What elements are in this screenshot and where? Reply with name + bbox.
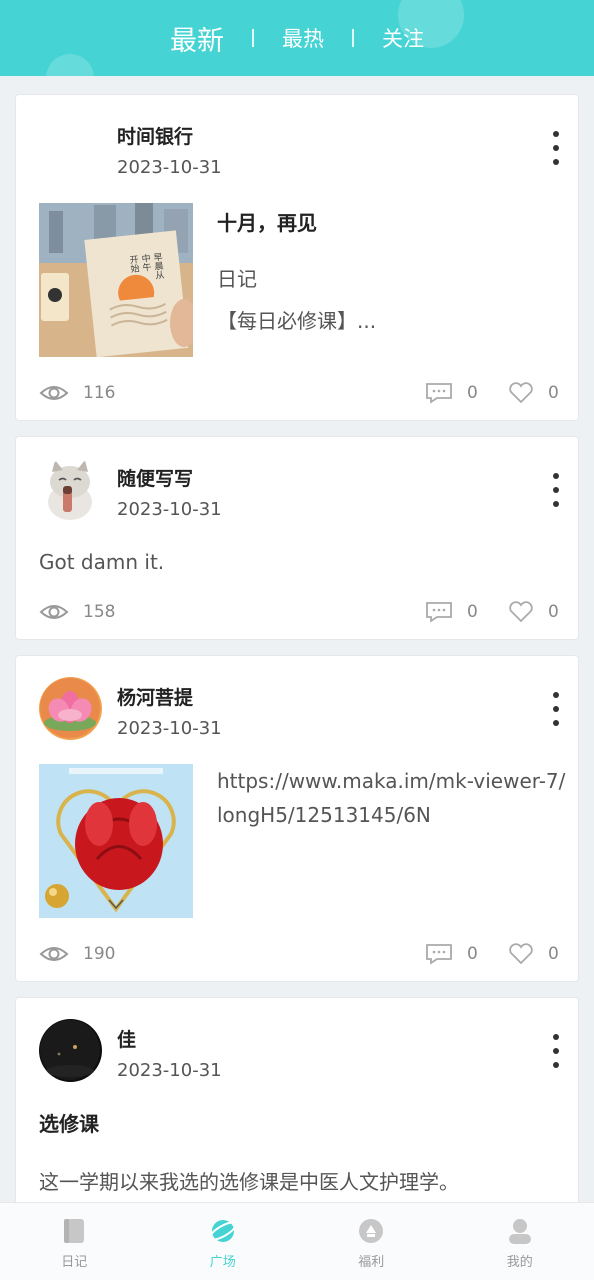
like-button[interactable]: 0 [508,939,559,969]
heart-icon [509,601,533,623]
nav-label: 我的 [506,1255,533,1270]
nav-label: 广场 [209,1255,236,1270]
avatar[interactable] [39,1019,102,1082]
profile-icon [508,1219,531,1244]
tab-divider [252,29,254,47]
comment-icon [426,944,452,965]
post-link[interactable]: https://www.maka.im/mk-viewer-7/longH5/1… [217,764,567,832]
views-count: 116 [83,383,116,403]
tab-latest[interactable]: 最新 [142,19,252,58]
post-card[interactable]: 佳 2023-10-31 选修课 这一学期以来我选的选修课是中医人文护理学。 [15,997,579,1202]
tab-divider [352,29,354,47]
post-date: 2023-10-31 [117,499,222,520]
author-name[interactable]: 时间银行 [117,122,193,149]
post-date: 2023-10-31 [117,1060,222,1081]
like-button[interactable]: 0 [508,378,559,408]
views-stat: 190 [39,939,115,969]
post-stats: 190 0 0 [39,939,559,969]
post-date: 2023-10-31 [117,718,222,739]
avatar[interactable] [39,458,102,521]
nav-mine[interactable]: 我的 [446,1203,594,1280]
views-stat: 116 [39,378,115,408]
heart-icon [509,943,533,965]
post-stats: 116 0 0 [39,378,559,408]
author-name[interactable]: 佳 [117,1025,136,1052]
post-body[interactable]: Got damn it. [39,550,164,574]
post-card[interactable]: 杨河菩提 2023-10-31 https://www.maka.im/mk-v… [15,655,579,982]
comment-button[interactable]: 0 [425,378,478,408]
post-card[interactable]: 时间银行 2023-10-31 早晨从 中午 开始 十月，再见 日记 【每日必修… [15,94,579,421]
post-category: 日记 [217,267,257,291]
bottom-navigation: 日记 广场 福利 我的 [0,1202,594,1280]
heart-icon [509,382,533,404]
comment-icon [426,383,452,404]
avatar[interactable] [39,116,102,179]
tab-hottest[interactable]: 最热 [254,23,352,53]
views-count: 158 [83,602,116,622]
planet-icon [208,1220,237,1242]
eye-icon [39,605,69,619]
views-stat: 158 [39,597,115,627]
post-title[interactable]: 十月，再见 [217,207,317,236]
likes-count: 0 [548,944,559,964]
avatar[interactable] [39,677,102,740]
eye-icon [39,386,69,400]
post-stats: 158 0 0 [39,597,559,627]
welfare-icon [359,1219,384,1243]
more-vertical-icon[interactable] [544,131,568,165]
nav-welfare[interactable]: 福利 [297,1203,446,1280]
more-vertical-icon[interactable] [544,1034,568,1068]
likes-count: 0 [548,602,559,622]
like-button[interactable]: 0 [508,597,559,627]
author-name[interactable]: 杨河菩提 [117,683,193,710]
post-thumbnail[interactable] [39,764,193,918]
post-excerpt[interactable]: 【每日必修课】... [217,305,376,334]
author-name[interactable]: 随便写写 [117,464,193,491]
diary-icon [64,1219,85,1243]
post-title[interactable]: 选修课 [39,1108,99,1137]
likes-count: 0 [548,383,559,403]
eye-icon [39,947,69,961]
nav-label: 日记 [61,1255,88,1270]
views-count: 190 [83,944,116,964]
more-vertical-icon[interactable] [544,473,568,507]
post-card[interactable]: 随便写写 2023-10-31 Got damn it. 158 0 0 [15,436,579,640]
nav-square[interactable]: 广场 [149,1203,298,1280]
feed-tabs: 最新 最热 关注 [0,0,594,76]
comments-count: 0 [467,383,478,403]
post-feed: 时间银行 2023-10-31 早晨从 中午 开始 十月，再见 日记 【每日必修… [0,76,594,1202]
post-thumbnail[interactable]: 早晨从 中午 开始 [39,203,193,357]
comment-button[interactable]: 0 [425,939,478,969]
nav-label: 福利 [358,1255,385,1270]
tab-following[interactable]: 关注 [354,23,452,53]
more-vertical-icon[interactable] [544,692,568,726]
post-body[interactable]: 这一学期以来我选的选修课是中医人文护理学。 [39,1166,459,1195]
post-date: 2023-10-31 [117,157,222,178]
nav-diary[interactable]: 日记 [0,1203,149,1280]
comment-button[interactable]: 0 [425,597,478,627]
top-header: 最新 最热 关注 [0,0,594,76]
comment-icon [426,602,452,623]
comments-count: 0 [467,944,478,964]
comments-count: 0 [467,602,478,622]
